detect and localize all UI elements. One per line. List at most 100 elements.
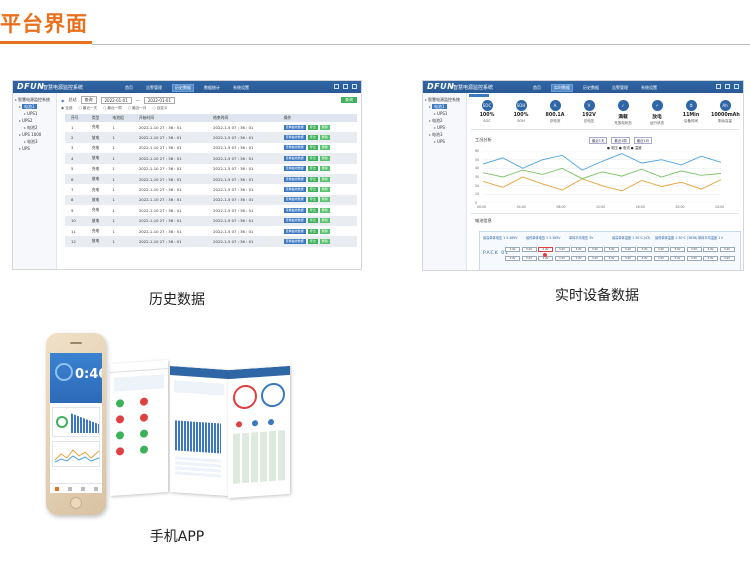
- row-actions: 查看曲线数据 导出 删除: [283, 238, 357, 244]
- metric-value: 100%: [513, 113, 529, 118]
- filter-radio[interactable]: ◉ 全部: [61, 106, 72, 111]
- tree-node[interactable]: UPS 1000: [15, 131, 54, 138]
- history-data-screenshot: DFUN 智慧电源监控系统 首页 告警管理 历史数据 数据统计 系统设置 智慧电源监控系…: [12, 80, 362, 270]
- view-curve-button[interactable]: 查看曲线数据: [283, 207, 306, 213]
- profile-tab-icon[interactable]: [93, 486, 98, 491]
- delete-button[interactable]: 删除: [319, 135, 330, 141]
- view-curve-button[interactable]: 查看曲线数据: [283, 238, 306, 244]
- export-button[interactable]: 导出: [307, 124, 318, 130]
- view-curve-button[interactable]: 查看曲线数据: [283, 228, 306, 234]
- filter-radio[interactable]: ○ 自定义: [152, 106, 167, 111]
- delete-button[interactable]: 删除: [319, 218, 330, 224]
- alarm-tab-icon[interactable]: [80, 486, 85, 491]
- delete-button[interactable]: 删除: [319, 155, 330, 161]
- tree-node[interactable]: 电池3: [15, 138, 54, 145]
- nav-tab[interactable]: 历史数据: [581, 85, 601, 91]
- app-tile-icon[interactable]: [116, 447, 124, 456]
- tree-node[interactable]: UPS2: [15, 117, 54, 124]
- system-name: 智慧电源监控系统: [43, 85, 84, 91]
- nav-tab[interactable]: 告警管理: [610, 85, 630, 91]
- cell-group: 1: [112, 207, 115, 213]
- app-tile-icon[interactable]: [116, 415, 124, 424]
- export-button[interactable]: 导出: [307, 145, 318, 151]
- tree-node[interactable]: 智慧电源监控系统: [15, 96, 54, 103]
- view-curve-button[interactable]: 查看曲线数据: [283, 155, 306, 161]
- delete-button[interactable]: 删除: [319, 197, 330, 203]
- nav-tab[interactable]: 数据统计: [202, 85, 222, 91]
- app-cell-bars: [175, 420, 221, 454]
- export-button[interactable]: 导出: [307, 228, 318, 234]
- tree-node[interactable]: UPS: [425, 124, 464, 131]
- view-curve-button[interactable]: 查看曲线数据: [283, 124, 306, 130]
- nav-tab[interactable]: 告警管理: [144, 85, 164, 91]
- delete-button[interactable]: 删除: [319, 166, 330, 172]
- delete-button[interactable]: 删除: [319, 238, 330, 244]
- export-button[interactable]: 导出: [307, 218, 318, 224]
- settings-icon[interactable]: [716, 84, 721, 89]
- app-tile-icon[interactable]: [140, 429, 148, 438]
- export-button[interactable]: 导出: [307, 135, 318, 141]
- logout-icon[interactable]: [352, 84, 357, 89]
- view-curve-button[interactable]: 查看曲线数据: [283, 135, 306, 141]
- export-button[interactable]: 导出: [307, 207, 318, 213]
- range-button[interactable]: 最近1天: [589, 137, 608, 144]
- start-date-input[interactable]: 2022-01-01: [100, 96, 132, 104]
- settings-icon[interactable]: [334, 84, 339, 89]
- export-button[interactable]: 导出: [307, 187, 318, 193]
- tree-node[interactable]: 电池2: [15, 124, 54, 131]
- user-icon[interactable]: [343, 84, 348, 89]
- tree-node[interactable]: UPS: [15, 145, 54, 152]
- view-curve-button[interactable]: 查看曲线数据: [283, 197, 306, 203]
- query-button[interactable]: 查询: [341, 97, 357, 103]
- app-tile-icon[interactable]: [140, 397, 148, 406]
- delete-button[interactable]: 删除: [319, 145, 330, 151]
- data-tab-icon[interactable]: [67, 486, 72, 491]
- end-date-input[interactable]: 2022-01-01: [143, 96, 175, 104]
- tree-node[interactable]: UPS1: [15, 110, 54, 117]
- view-curve-button[interactable]: 查看曲线数据: [283, 218, 306, 224]
- tree-node[interactable]: 电池3: [425, 131, 464, 138]
- view-curve-button[interactable]: 查看曲线数据: [283, 166, 306, 172]
- delete-button[interactable]: 删除: [319, 124, 330, 130]
- tree-node-label: UPS: [437, 139, 445, 144]
- delete-button[interactable]: 删除: [319, 176, 330, 182]
- nav-tab[interactable]: 首页: [531, 85, 543, 91]
- delete-button[interactable]: 删除: [319, 207, 330, 213]
- tree-node[interactable]: 电池1: [425, 103, 464, 110]
- tree-node[interactable]: UPS: [425, 138, 464, 145]
- export-button[interactable]: 导出: [307, 155, 318, 161]
- nav-tab[interactable]: 实时数据: [551, 84, 573, 92]
- tree-node[interactable]: 电池2: [425, 117, 464, 124]
- view-curve-button[interactable]: 查看曲线数据: [283, 145, 306, 151]
- app-tile-icon[interactable]: [140, 413, 148, 422]
- range-button[interactable]: 最近1周: [611, 137, 630, 144]
- export-button[interactable]: 导出: [307, 176, 318, 182]
- filter-radio[interactable]: ○ 最近一周: [103, 106, 122, 111]
- range-button[interactable]: 最近1月: [633, 137, 653, 144]
- tree-node[interactable]: UPS1: [425, 110, 464, 117]
- logout-icon[interactable]: [734, 84, 739, 89]
- nav-tab[interactable]: 首页: [123, 85, 135, 91]
- app-tile-icon[interactable]: [116, 399, 124, 408]
- tree-node[interactable]: 电池1: [15, 103, 54, 110]
- nav-tab[interactable]: 历史数据: [172, 84, 194, 92]
- nav-tab[interactable]: 系统设置: [639, 85, 659, 91]
- app-tile-icon[interactable]: [116, 431, 124, 440]
- app-tile-icon[interactable]: [140, 445, 148, 454]
- user-icon[interactable]: [725, 84, 730, 89]
- home-tab-icon[interactable]: [54, 486, 59, 491]
- nav-tab[interactable]: 系统设置: [231, 85, 251, 91]
- filter-radio[interactable]: ○ 最近一月: [128, 106, 147, 111]
- delete-button[interactable]: 删除: [319, 228, 330, 234]
- export-button[interactable]: 导出: [307, 197, 318, 203]
- metric-card: ✓ 满载 充放电状态: [609, 100, 637, 126]
- tree-node[interactable]: 智慧电源监控系统: [425, 96, 464, 103]
- filter-radio[interactable]: ○ 最近一天: [78, 106, 97, 111]
- delete-button[interactable]: 删除: [319, 187, 330, 193]
- export-button[interactable]: 导出: [307, 238, 318, 244]
- type-select[interactable]: 查询: [80, 96, 97, 104]
- view-curve-button[interactable]: 查看曲线数据: [283, 187, 306, 193]
- table-row: 12 放电 1 2022-1-10 27 : 36 : 01 2022-1-5 07 :…: [65, 236, 357, 247]
- view-curve-button[interactable]: 查看曲线数据: [283, 176, 306, 182]
- export-button[interactable]: 导出: [307, 166, 318, 172]
